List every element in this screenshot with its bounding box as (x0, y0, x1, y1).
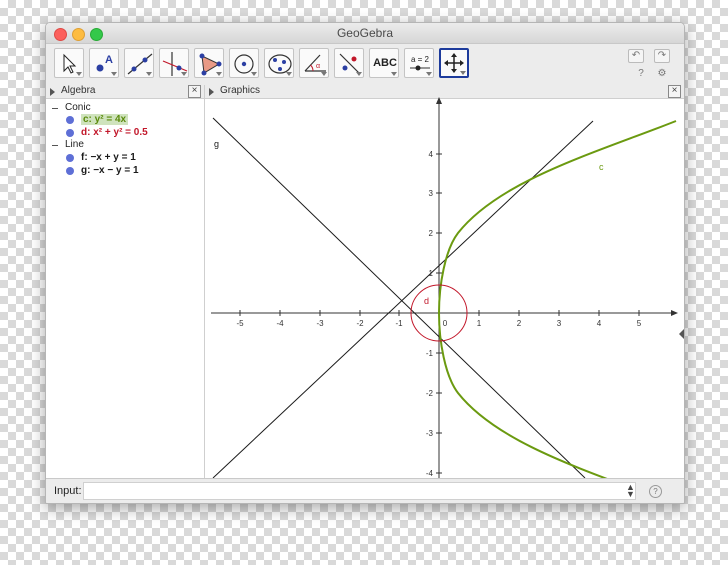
circle-d-label: d (424, 296, 429, 306)
algebra-item-d[interactable]: d: x² + y² = 0.5 (81, 127, 148, 138)
line-tool[interactable] (124, 48, 154, 78)
input-help-icon[interactable]: ? (649, 485, 662, 498)
svg-text:α: α (316, 63, 320, 70)
conic-tool[interactable] (264, 48, 294, 78)
x-tick-label: -5 (236, 319, 244, 328)
toolbar: A α ABC a = 2 ↶ ↷ ? ⚙ (46, 44, 684, 85)
x-tick-label: -3 (316, 319, 324, 328)
algebra-title: Algebra (61, 85, 96, 96)
y-tick-label: -2 (426, 389, 434, 398)
x-tick-label: -1 (395, 319, 403, 328)
close-algebra-button[interactable]: × (188, 85, 201, 98)
angle-tool[interactable]: α (299, 48, 329, 78)
y-tick-label: -1 (426, 349, 434, 358)
visibility-toggle-g[interactable] (66, 167, 74, 175)
visibility-toggle-d[interactable] (66, 129, 74, 137)
parabola-c-label: c (599, 162, 604, 172)
category-conic[interactable]: Conic (65, 102, 91, 113)
reflect-tool[interactable] (334, 48, 364, 78)
collapse-conic-icon[interactable] (52, 108, 58, 109)
y-tick-label: 4 (429, 150, 434, 159)
origin-label: 0 (443, 319, 448, 328)
algebra-item-c[interactable]: c: y² = 4x (81, 114, 129, 125)
text-tool[interactable]: ABC (369, 48, 399, 78)
graphics-canvas[interactable]: -5 -4 -3 -2 -1 0 1 2 3 4 5 4 3 2 -1 -2 -… (205, 85, 684, 478)
undo-button[interactable]: ↶ (628, 49, 644, 63)
visibility-toggle-f[interactable] (66, 154, 74, 162)
line-g[interactable] (212, 117, 586, 478)
move-graphics-view-tool[interactable] (439, 48, 469, 78)
help-button[interactable]: ? (634, 68, 648, 80)
slider-tool[interactable]: a = 2 (404, 48, 434, 78)
x-axis-arrow-icon (671, 310, 678, 316)
x-tick-label: 4 (597, 319, 602, 328)
visibility-toggle-c[interactable] (66, 116, 74, 124)
slider-tool-label: a = 2 (411, 55, 430, 64)
y-tick-label: 2 (429, 229, 434, 238)
parabola-c[interactable] (437, 120, 677, 478)
x-tick-label: 3 (557, 319, 562, 328)
move-tool[interactable] (54, 48, 84, 78)
settings-gear-icon[interactable]: ⚙ (655, 68, 669, 80)
x-tick-label: -2 (356, 319, 364, 328)
expand-sidebar-arrow-icon[interactable] (679, 329, 684, 339)
text-tool-label: ABC (373, 57, 397, 69)
algebra-item-f[interactable]: f: −x + y = 1 (81, 152, 136, 163)
collapse-arrow-icon[interactable] (50, 88, 55, 96)
input-bar: Input: ▲ ▼ ? (46, 478, 684, 503)
line-g-label: g (214, 139, 219, 149)
y-tick-label: 3 (429, 189, 434, 198)
x-tick-label: 5 (637, 319, 642, 328)
category-line[interactable]: Line (65, 139, 84, 150)
algebra-view: Algebra × Conic c: y² = 4x d: x² + y² = … (46, 85, 205, 478)
title-bar: GeoGebra (46, 23, 684, 44)
point-tool[interactable]: A (89, 48, 119, 78)
x-tick-label: 1 (477, 319, 482, 328)
input-label: Input: (54, 485, 82, 497)
geogebra-window: GeoGebra A α ABC a = 2 ↶ ↷ ? ⚙ Algebra ×… (45, 22, 685, 504)
y-tick-label: -3 (426, 429, 434, 438)
input-field[interactable] (83, 482, 636, 500)
window-title: GeoGebra (336, 26, 394, 40)
redo-button[interactable]: ↷ (654, 49, 670, 63)
move-graphics-view-icon (444, 53, 464, 73)
x-tick-label: 2 (517, 319, 522, 328)
line-f[interactable] (212, 120, 594, 478)
graphics-view[interactable]: Graphics × -5 -4 -3 -2 -1 0 1 2 3 4 5 4 … (205, 85, 684, 478)
svg-text:A: A (105, 54, 113, 66)
circle-tool[interactable] (229, 48, 259, 78)
algebra-item-g[interactable]: g: −x − y = 1 (81, 165, 139, 176)
y-tick-label: -4 (426, 469, 434, 478)
input-history-arrows-icon[interactable]: ▲ ▼ (626, 483, 635, 499)
collapse-line-icon[interactable] (52, 145, 58, 146)
algebra-header: Algebra × (46, 85, 204, 99)
perpendicular-line-tool[interactable] (159, 48, 189, 78)
polygon-tool[interactable] (194, 48, 224, 78)
x-tick-label: -4 (276, 319, 284, 328)
y-axis-arrow-icon (436, 97, 442, 104)
